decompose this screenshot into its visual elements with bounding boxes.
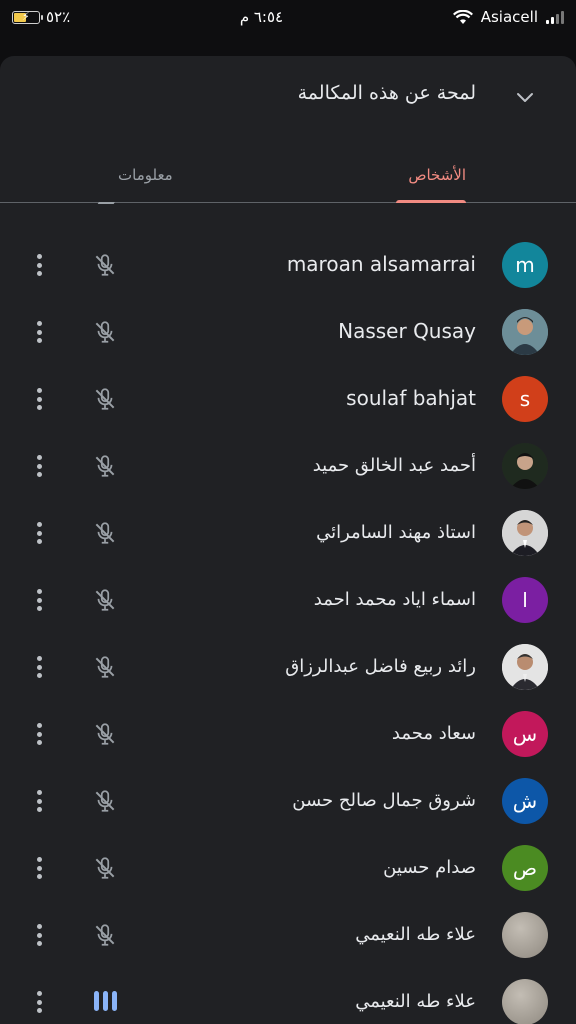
participant-row[interactable]: علاء طه النعيمي	[0, 902, 576, 968]
more-options-icon[interactable]	[30, 720, 48, 748]
participant-name: soulaf bahjat	[346, 386, 476, 410]
mic-off-icon	[95, 924, 115, 946]
mic-off-icon	[95, 522, 115, 544]
more-options-icon[interactable]	[30, 318, 48, 346]
participant-name: اسماء اياد محمد احمد	[313, 589, 476, 610]
participant-name: رائد ربيع فاضل عبدالرزاق	[285, 656, 476, 677]
status-bar: ⚡ ٥٢٪ ٦:٥٤ م Asiacell	[0, 0, 576, 34]
participant-row[interactable]: s soulaf bahjat	[0, 366, 576, 432]
avatar-photo	[502, 912, 548, 958]
avatar-photo	[502, 309, 548, 355]
more-options-icon[interactable]	[30, 988, 48, 1016]
partial-list-item	[0, 202, 576, 210]
mic-off-icon	[95, 321, 115, 343]
tab-bar: الأشخاص معلومات	[0, 136, 576, 203]
participant-row[interactable]: س سعاد محمد	[0, 701, 576, 767]
call-details-sheet: لمحة عن هذه المكالمة الأشخاص معلومات m m…	[0, 56, 576, 1024]
mic-off-icon	[95, 388, 115, 410]
sheet-header: لمحة عن هذه المكالمة	[0, 56, 576, 136]
more-options-icon[interactable]	[30, 452, 48, 480]
participant-row[interactable]: Nasser Qusay	[0, 299, 576, 365]
participant-row[interactable]: علاء طه النعيمي	[0, 969, 576, 1024]
participants-list[interactable]: m maroan alsamarrai Nasser Qusay s soula…	[0, 202, 576, 1024]
participant-name: علاء طه النعيمي	[355, 924, 476, 945]
participant-row[interactable]: m maroan alsamarrai	[0, 232, 576, 298]
more-options-icon[interactable]	[30, 519, 48, 547]
avatar-photo	[502, 644, 548, 690]
collapse-button[interactable]	[510, 82, 540, 112]
avatar: ا	[502, 577, 548, 623]
participant-name: شروق جمال صالح حسن	[292, 790, 476, 811]
tab-info[interactable]: معلومات	[118, 166, 173, 184]
carrier-name: Asiacell	[480, 8, 538, 26]
mic-off-icon	[95, 455, 115, 477]
participant-row[interactable]: ا اسماء اياد محمد احمد	[0, 567, 576, 633]
battery-icon: ⚡	[12, 10, 43, 24]
more-options-icon[interactable]	[30, 586, 48, 614]
more-options-icon[interactable]	[30, 854, 48, 882]
tab-people[interactable]: الأشخاص	[408, 166, 466, 184]
more-options-icon[interactable]	[30, 385, 48, 413]
participant-name: صدام حسين	[383, 857, 476, 878]
speaking-indicator-icon	[94, 991, 117, 1011]
mic-off-icon	[95, 589, 115, 611]
mic-off-icon	[95, 254, 115, 276]
more-options-icon[interactable]	[30, 251, 48, 279]
participant-name: استاذ مهند السامرائي	[316, 522, 476, 543]
participant-name: maroan alsamarrai	[286, 252, 476, 276]
participant-name: Nasser Qusay	[338, 319, 476, 343]
participant-row[interactable]: ش شروق جمال صالح حسن	[0, 768, 576, 834]
avatar: ص	[502, 845, 548, 891]
status-right: Asiacell	[452, 8, 564, 26]
avatar-photo	[502, 510, 548, 556]
participant-name: سعاد محمد	[391, 723, 476, 744]
more-options-icon[interactable]	[30, 653, 48, 681]
avatar: s	[502, 376, 548, 422]
mic-off-icon	[95, 656, 115, 678]
clock: ٦:٥٤ م	[239, 8, 284, 26]
participant-row[interactable]: أحمد عبد الخالق حميد	[0, 433, 576, 499]
avatar-photo	[502, 443, 548, 489]
more-options-icon[interactable]	[30, 787, 48, 815]
battery-percentage: ٥٢٪	[46, 8, 71, 26]
participant-row[interactable]: رائد ربيع فاضل عبدالرزاق	[0, 634, 576, 700]
more-options-icon[interactable]	[30, 921, 48, 949]
participant-row[interactable]: ص صدام حسين	[0, 835, 576, 901]
participant-name: أحمد عبد الخالق حميد	[312, 455, 476, 476]
mic-off-icon	[95, 857, 115, 879]
status-left: ⚡ ٥٢٪	[12, 8, 70, 26]
avatar: ش	[502, 778, 548, 824]
signal-icon	[545, 10, 564, 24]
avatar-photo	[502, 979, 548, 1024]
chevron-down-icon	[517, 93, 533, 102]
mic-off-icon	[95, 723, 115, 745]
participant-name: علاء طه النعيمي	[355, 991, 476, 1012]
sheet-title: لمحة عن هذه المكالمة	[297, 82, 476, 104]
avatar: س	[502, 711, 548, 757]
mic-off-icon	[95, 790, 115, 812]
wifi-icon	[452, 9, 473, 24]
participant-row[interactable]: استاذ مهند السامرائي	[0, 500, 576, 566]
avatar: m	[502, 242, 548, 288]
